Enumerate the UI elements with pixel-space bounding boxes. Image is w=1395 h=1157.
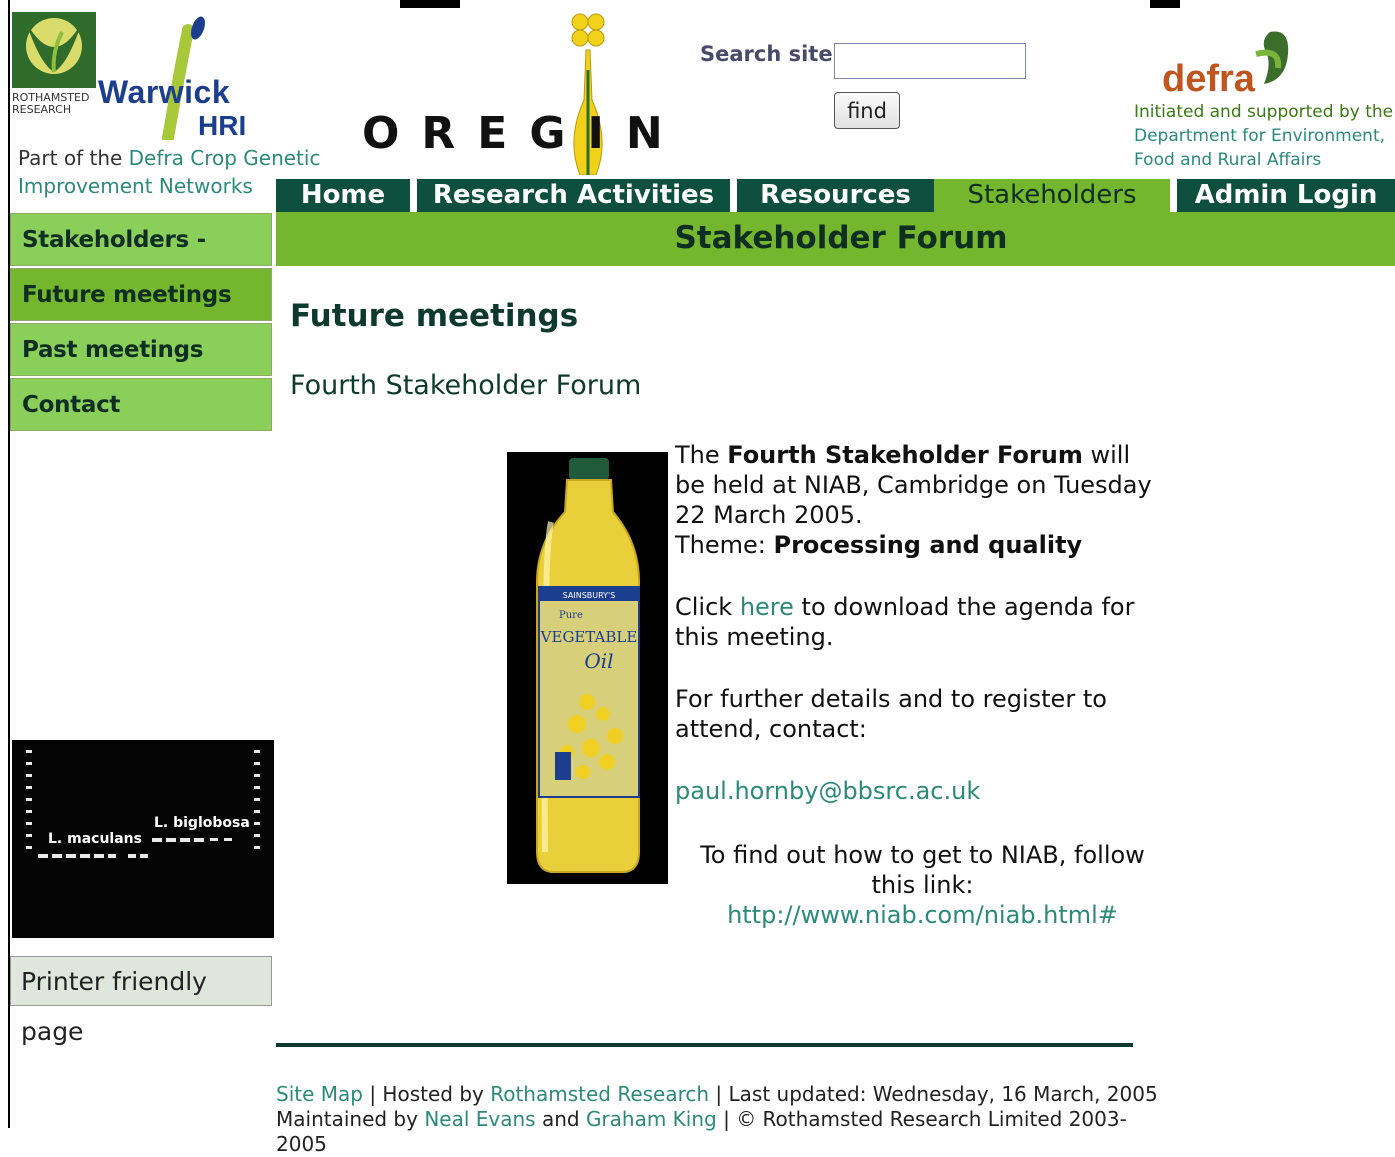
main-nav: Home Research Activities Resources Stake…	[276, 179, 1395, 212]
niab-directions: To find out how to get to NIAB, follow t…	[700, 841, 1145, 929]
sidebar-item-future-meetings[interactable]: Future meetings	[10, 268, 272, 321]
hri-label: HRI	[198, 110, 247, 141]
search-label: Search site:	[700, 42, 841, 66]
gel-label-maculans: L. maculans	[48, 831, 142, 847]
bottle-vegetable-label: VEGETABLE	[540, 628, 638, 646]
rothamsted-link[interactable]: Rothamsted Research	[490, 1082, 709, 1106]
forum-name: Fourth Stakeholder Forum	[727, 441, 1083, 469]
find-button[interactable]: find	[834, 92, 900, 129]
gel-label-biglobosa: L. biglobosa	[154, 815, 250, 831]
site-map-link[interactable]: Site Map	[276, 1082, 363, 1106]
gel-electrophoresis-image: L. maculans L. biglobosa	[12, 740, 274, 938]
oregin-label: OREGIN	[362, 108, 685, 159]
register-text: For further details and to register to a…	[675, 685, 1107, 743]
nav-research-activities[interactable]: Research Activities	[417, 179, 730, 212]
sidebar-item-past-meetings[interactable]: Past meetings	[10, 323, 272, 376]
content-heading: Future meetings	[290, 298, 579, 334]
theme-value: Processing and quality	[773, 531, 1083, 559]
rothamsted-label: ROTHAMSTED RESEARCH	[12, 91, 90, 116]
niab-link[interactable]: http://www.niab.com/niab.html#	[727, 901, 1118, 929]
nav-admin-login[interactable]: Admin Login	[1177, 179, 1395, 212]
rothamsted-logo[interactable]	[12, 12, 96, 88]
warwick-label: Warwick	[98, 74, 231, 110]
defra-tagline: Initiated and supported by the Departmen…	[1134, 102, 1394, 170]
nav-resources[interactable]: Resources	[737, 179, 934, 212]
bottle-pure-label: Pure	[559, 610, 583, 621]
nav-home[interactable]: Home	[276, 179, 410, 212]
printer-friendly-button[interactable]: Printer friendly page	[10, 956, 272, 1046]
footer-divider	[276, 1043, 1133, 1047]
vegetable-oil-bottle-image: SAINSBURY'S Pure VEGETABLE Oil	[507, 452, 668, 884]
sidebar-item-contact[interactable]: Contact	[10, 378, 272, 431]
search-input[interactable]	[834, 43, 1026, 79]
bottle-oil-label: Oil	[584, 649, 613, 673]
maintainer-neal-evans-link[interactable]: Neal Evans	[424, 1107, 535, 1131]
meeting-details: The Fourth Stakeholder Forum will be hel…	[675, 440, 1155, 838]
footer: Site Map | Hosted by Rothamsted Research…	[276, 1082, 1158, 1156]
defra-wordmark: defra	[1162, 58, 1255, 100]
contact-email-link[interactable]: paul.hornby@bbsrc.ac.uk	[675, 777, 980, 805]
top-clip-decoration	[1150, 0, 1180, 8]
top-clip-decoration	[400, 0, 460, 8]
page-title: Stakeholder Forum	[674, 220, 1008, 256]
bottle-brand-label: SAINSBURY'S	[563, 591, 616, 600]
agenda-download-link[interactable]: here	[740, 593, 794, 621]
nav-stakeholders[interactable]: Stakeholders	[934, 179, 1170, 212]
section-banner: Stakeholder Forum	[276, 212, 1395, 266]
content-subheading: Fourth Stakeholder Forum	[290, 370, 642, 401]
sidebar-item-stakeholders-outline[interactable]: Stakeholders - Outline	[10, 213, 272, 306]
maintainer-graham-king-link[interactable]: Graham King	[586, 1107, 717, 1131]
